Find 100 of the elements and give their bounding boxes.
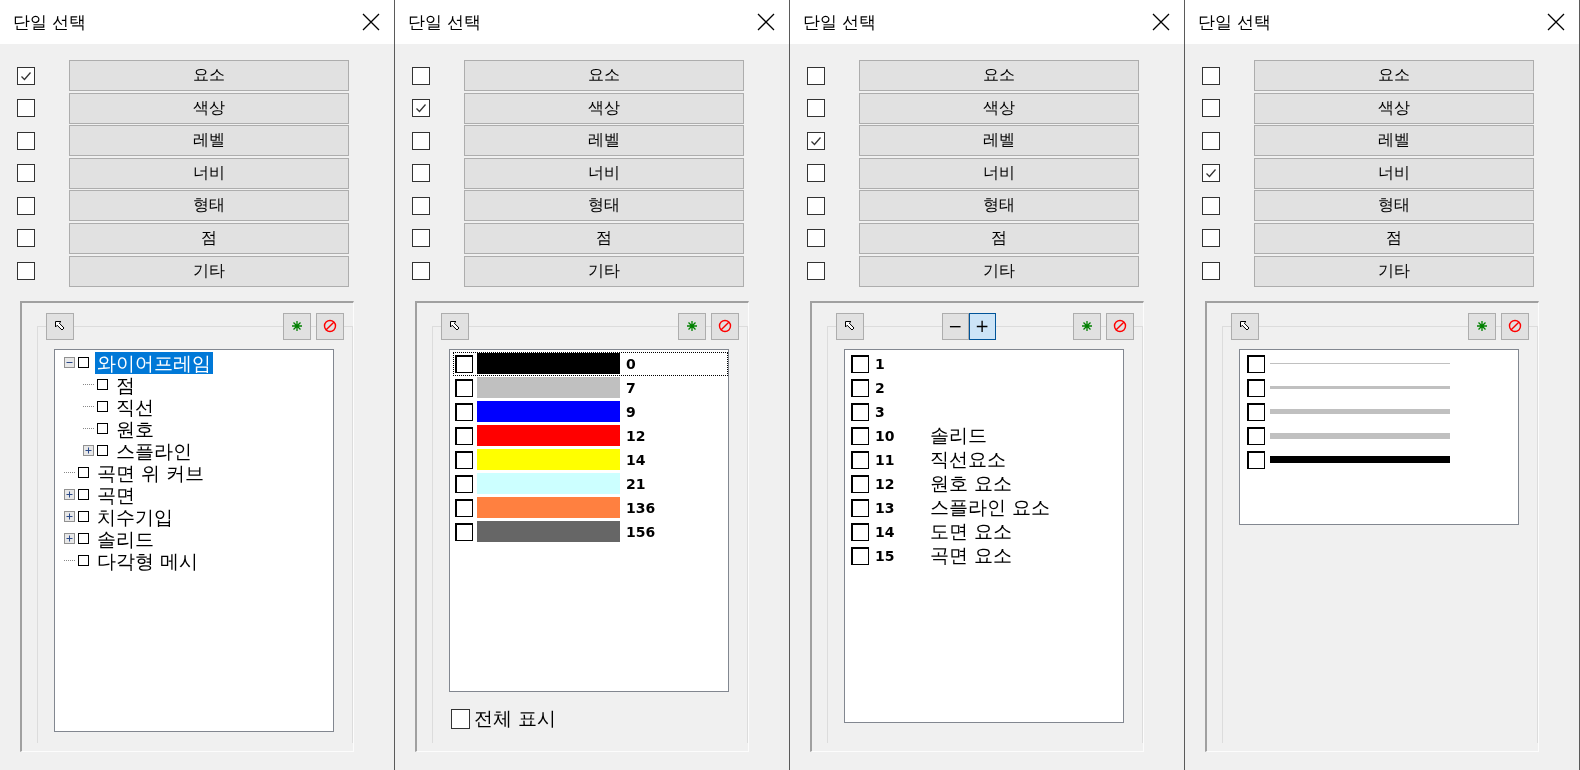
filter-button[interactable]: 기타 bbox=[859, 255, 1139, 287]
stepper-button[interactable]: − bbox=[941, 312, 969, 340]
checkbox[interactable] bbox=[97, 401, 108, 413]
list-row[interactable]: 9 bbox=[453, 399, 728, 424]
checkbox[interactable] bbox=[78, 357, 89, 369]
filter-button[interactable]: 색상 bbox=[464, 92, 744, 124]
checkbox[interactable] bbox=[412, 131, 430, 150]
checkbox[interactable] bbox=[17, 229, 35, 248]
checkbox[interactable] bbox=[1247, 426, 1265, 445]
expand-icon[interactable] bbox=[64, 511, 75, 523]
tree-item[interactable]: 곡면 위 커브 bbox=[95, 461, 207, 484]
filter-button[interactable]: 점 bbox=[69, 222, 349, 254]
filter-button[interactable]: 형태 bbox=[859, 190, 1139, 222]
expand-icon[interactable] bbox=[64, 489, 75, 501]
checkbox[interactable] bbox=[455, 450, 473, 469]
filter-button[interactable]: 요소 bbox=[464, 60, 744, 91]
asterisk-icon[interactable] bbox=[1073, 312, 1101, 340]
filter-button[interactable]: 요소 bbox=[859, 60, 1139, 91]
filter-button[interactable]: 레벨 bbox=[1254, 125, 1534, 157]
filter-button[interactable]: 요소 bbox=[1254, 60, 1534, 91]
checkbox[interactable] bbox=[412, 262, 430, 281]
filter-button[interactable]: 점 bbox=[1254, 222, 1534, 254]
checkbox[interactable] bbox=[78, 533, 89, 545]
filter-button[interactable]: 형태 bbox=[69, 190, 349, 222]
checkbox[interactable] bbox=[807, 66, 825, 85]
list-row[interactable]: 21 bbox=[453, 471, 728, 496]
checkbox[interactable] bbox=[851, 402, 869, 421]
tree-item[interactable]: 곡면 bbox=[95, 483, 137, 506]
list-row[interactable]: 156 bbox=[453, 519, 728, 544]
list-row[interactable]: 0 bbox=[453, 351, 728, 376]
tree-item[interactable]: 점 bbox=[114, 373, 137, 396]
checkbox[interactable] bbox=[412, 229, 430, 248]
checkbox[interactable] bbox=[17, 131, 35, 150]
filter-button[interactable]: 너비 bbox=[1254, 157, 1534, 189]
checkbox[interactable] bbox=[78, 555, 89, 567]
checkbox[interactable] bbox=[1202, 229, 1220, 248]
tree-item[interactable]: 다각형 메시 bbox=[95, 549, 201, 572]
filter-button[interactable]: 기타 bbox=[1254, 255, 1534, 287]
checkbox[interactable] bbox=[455, 426, 473, 445]
checkbox[interactable] bbox=[455, 498, 473, 517]
checkbox[interactable] bbox=[807, 131, 825, 150]
checkbox[interactable] bbox=[1202, 164, 1220, 183]
close-icon[interactable] bbox=[1152, 13, 1170, 31]
filter-button[interactable]: 레벨 bbox=[69, 125, 349, 157]
tree-item[interactable]: 스플라인 bbox=[114, 439, 194, 462]
prohibited-icon[interactable] bbox=[1501, 312, 1529, 340]
checkbox[interactable] bbox=[17, 196, 35, 215]
filter-button[interactable]: 색상 bbox=[1254, 92, 1534, 124]
checkbox[interactable] bbox=[97, 423, 108, 435]
checkbox[interactable] bbox=[17, 164, 35, 183]
list-row[interactable]: 7 bbox=[453, 375, 728, 400]
checkbox[interactable] bbox=[1202, 262, 1220, 281]
filter-button[interactable]: 레벨 bbox=[464, 125, 744, 157]
filter-button[interactable]: 형태 bbox=[1254, 190, 1534, 222]
checkbox[interactable] bbox=[455, 378, 473, 397]
filter-button[interactable]: 너비 bbox=[69, 157, 349, 189]
checkbox[interactable] bbox=[1202, 131, 1220, 150]
checkbox[interactable] bbox=[1247, 378, 1265, 397]
pointer-icon[interactable] bbox=[1231, 312, 1259, 340]
checkbox[interactable] bbox=[1202, 99, 1220, 118]
checkbox[interactable] bbox=[455, 402, 473, 421]
checkbox[interactable] bbox=[851, 378, 869, 397]
tree-item[interactable]: 원호 bbox=[114, 417, 156, 440]
checkbox[interactable] bbox=[851, 474, 869, 493]
checkbox[interactable] bbox=[851, 426, 869, 445]
asterisk-icon[interactable] bbox=[1468, 312, 1496, 340]
checkbox[interactable] bbox=[17, 66, 35, 85]
checkbox[interactable] bbox=[412, 164, 430, 183]
checkbox[interactable] bbox=[851, 498, 869, 517]
close-icon[interactable] bbox=[362, 13, 380, 31]
checkbox[interactable] bbox=[78, 467, 89, 479]
checkbox[interactable] bbox=[851, 546, 869, 565]
tree-item[interactable]: 치수기입 bbox=[95, 505, 175, 528]
checkbox[interactable] bbox=[1247, 354, 1265, 373]
filter-button[interactable]: 형태 bbox=[464, 190, 744, 222]
checkbox[interactable] bbox=[807, 229, 825, 248]
close-icon[interactable] bbox=[757, 13, 775, 31]
checkbox[interactable] bbox=[97, 379, 108, 391]
collapse-icon[interactable] bbox=[64, 357, 75, 369]
checkbox[interactable] bbox=[807, 164, 825, 183]
tree-item[interactable]: 직선 bbox=[114, 395, 156, 418]
filter-button[interactable]: 너비 bbox=[464, 157, 744, 189]
checkbox[interactable] bbox=[17, 99, 35, 118]
prohibited-icon[interactable] bbox=[711, 312, 739, 340]
checkbox[interactable] bbox=[455, 522, 473, 541]
prohibited-icon[interactable] bbox=[316, 312, 344, 340]
checkbox[interactable] bbox=[412, 66, 430, 85]
close-icon[interactable] bbox=[1547, 13, 1565, 31]
checkbox[interactable] bbox=[851, 522, 869, 541]
checkbox[interactable] bbox=[451, 709, 470, 729]
pointer-icon[interactable] bbox=[441, 312, 469, 340]
asterisk-icon[interactable] bbox=[283, 312, 311, 340]
filter-button[interactable]: 기타 bbox=[464, 255, 744, 287]
checkbox[interactable] bbox=[851, 354, 869, 373]
filter-button[interactable]: 색상 bbox=[69, 92, 349, 124]
pointer-icon[interactable] bbox=[836, 312, 864, 340]
checkbox[interactable] bbox=[97, 445, 108, 457]
list-row[interactable]: 14 bbox=[453, 447, 728, 472]
filter-button[interactable]: 레벨 bbox=[859, 125, 1139, 157]
checkbox[interactable] bbox=[1247, 450, 1265, 469]
